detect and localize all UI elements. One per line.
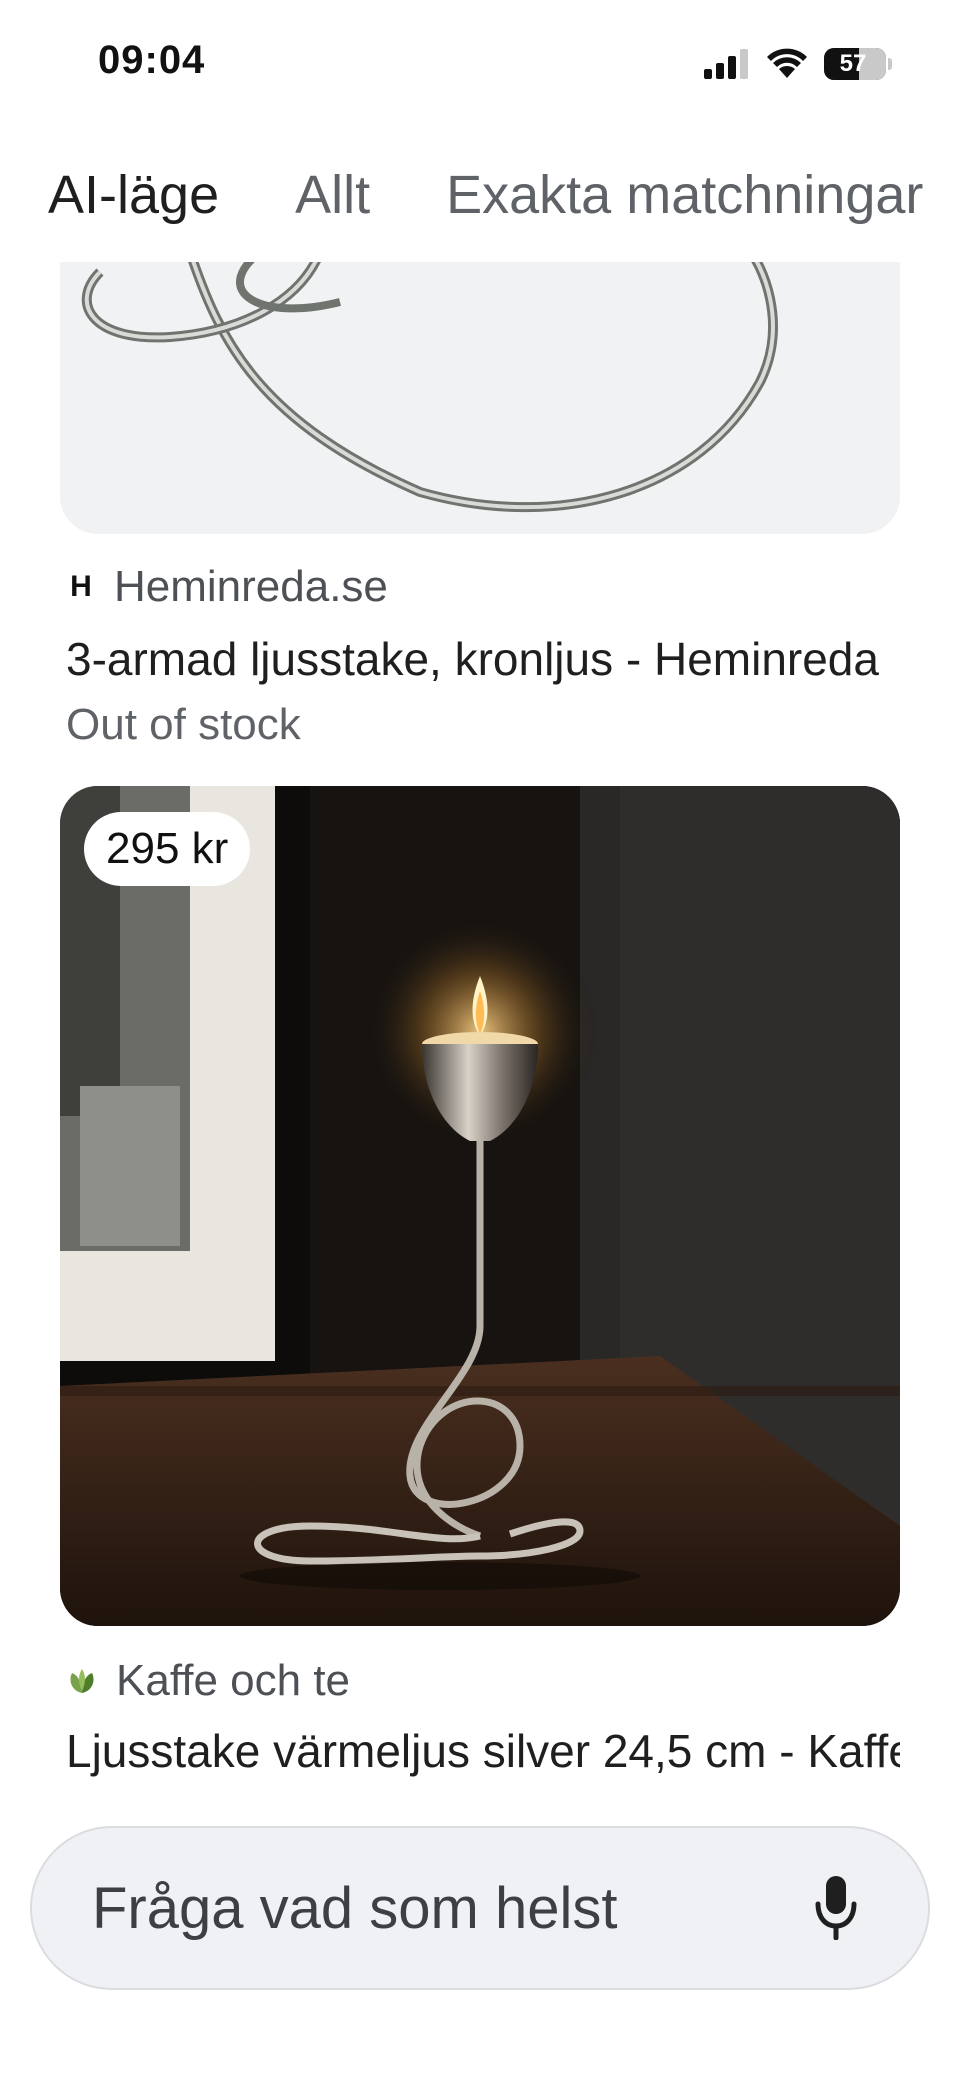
price-badge: 295 kr xyxy=(84,812,251,886)
result-source[interactable]: H Heminreda.se xyxy=(66,562,388,612)
tab-ai-mode[interactable]: AI-läge xyxy=(48,164,219,226)
source-name: Kaffe och te xyxy=(116,1656,351,1705)
battery-level: 57 xyxy=(839,50,867,77)
source-name: Heminreda.se xyxy=(114,562,388,611)
wifi-icon xyxy=(767,48,807,78)
search-bar[interactable]: Fråga vad som helst xyxy=(30,1826,930,1990)
microphone-icon[interactable] xyxy=(814,1876,858,1940)
kaffe-och-te-logo-icon xyxy=(70,1669,94,1693)
search-mode-tabs: AI-läge Allt Exakta matchningar xyxy=(0,140,960,250)
product-image-tealight-holder[interactable]: 295 kr xyxy=(60,786,900,1626)
product-image-3-arm-candlestick[interactable] xyxy=(60,262,900,534)
tab-exact-matches[interactable]: Exakta matchningar xyxy=(446,164,923,226)
status-icons: 57 xyxy=(704,46,892,82)
availability-status: Out of stock xyxy=(66,700,301,749)
result-title[interactable]: 3-armad ljusstake, kronljus - Heminreda xyxy=(66,632,900,686)
tab-all[interactable]: Allt xyxy=(295,164,370,226)
result-source[interactable]: Kaffe och te xyxy=(66,1656,350,1706)
signal-icon xyxy=(704,49,748,79)
heminreda-logo-icon: H xyxy=(70,570,92,603)
battery-icon: 57 xyxy=(824,48,892,80)
search-input[interactable]: Fråga vad som helst xyxy=(92,1875,617,1942)
result-title[interactable]: Ljusstake värmeljus silver 24,5 cm - Kaf… xyxy=(66,1724,900,1778)
status-time: 09:04 xyxy=(98,38,206,82)
status-bar: 09:04 57 xyxy=(0,0,960,120)
